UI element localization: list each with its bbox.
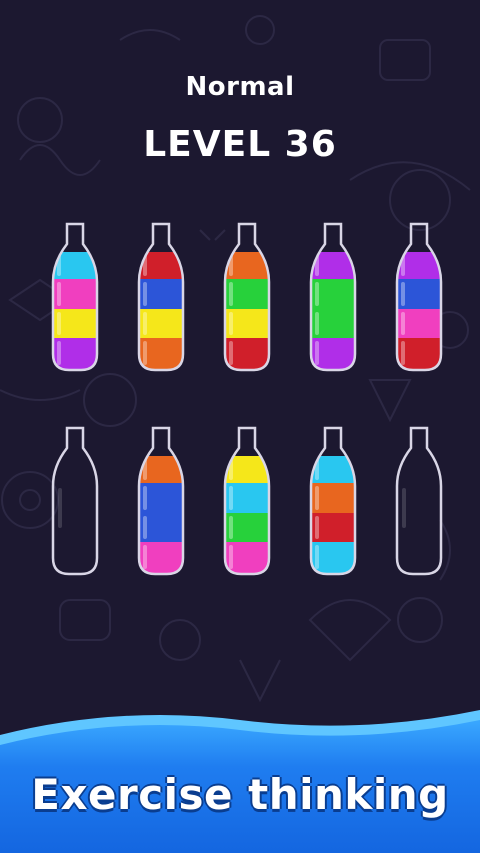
slogan-text: Exercise thinking [31, 770, 449, 819]
level-title: LEVEL 36 [143, 124, 337, 165]
liquid-layer-yellow [139, 309, 183, 339]
bottle-1[interactable] [49, 222, 101, 374]
bottle-7[interactable] [135, 426, 187, 578]
liquid-layer-red [139, 252, 183, 280]
liquid-shine [315, 282, 319, 306]
glass-shine [402, 488, 406, 528]
liquid-layer-green [225, 279, 269, 310]
liquid-shine [143, 341, 147, 365]
bottle-6[interactable] [49, 426, 101, 578]
liquid-shine [57, 282, 61, 306]
liquid-shine [143, 545, 147, 569]
liquid-shine [315, 341, 319, 365]
liquid-layer-green [311, 309, 355, 339]
liquid-shine [315, 516, 319, 539]
liquid-shine [401, 312, 405, 335]
liquid-layer-pink [53, 279, 97, 310]
liquid-layer-orange [139, 456, 183, 484]
liquid-layer-blue [139, 483, 183, 514]
bottle-2[interactable] [135, 222, 187, 374]
bottle-4[interactable] [307, 222, 359, 374]
liquid-shine [315, 486, 319, 510]
liquid-shine [229, 282, 233, 306]
liquid-layer-pink [397, 309, 441, 339]
liquid-layer-green [225, 513, 269, 543]
liquid-shine [143, 516, 147, 539]
liquid-shine [143, 282, 147, 306]
liquid-shine [229, 516, 233, 539]
liquid-layer-cyan [225, 483, 269, 514]
bottle-8[interactable] [221, 426, 273, 578]
liquid-shine [315, 545, 319, 569]
liquid-shine [143, 486, 147, 510]
bottle-9[interactable] [307, 426, 359, 578]
liquid-shine [229, 341, 233, 365]
liquid-layer-orange [311, 483, 355, 514]
liquid-shine [401, 341, 405, 365]
liquid-layer-purple [311, 252, 355, 280]
liquid-shine [229, 545, 233, 569]
difficulty-label: Normal [185, 72, 295, 102]
liquid-shine [57, 312, 61, 335]
liquid-layer-cyan [53, 252, 97, 280]
bottle-10[interactable] [393, 426, 445, 578]
liquid-shine [229, 312, 233, 335]
liquid-layer-red [311, 513, 355, 543]
liquid-layer-orange [225, 252, 269, 280]
liquid-layer-yellow [225, 309, 269, 339]
liquid-shine [143, 312, 147, 335]
liquid-layer-green [311, 279, 355, 310]
liquid-layer-yellow [225, 456, 269, 484]
liquid-layer-cyan [311, 456, 355, 484]
liquid-layer-blue [139, 513, 183, 543]
bottle-5[interactable] [393, 222, 445, 374]
glass-shine [58, 488, 62, 528]
liquid-shine [315, 312, 319, 335]
liquid-layer-blue [397, 279, 441, 310]
liquid-layer-purple [397, 252, 441, 280]
liquid-shine [401, 282, 405, 306]
bottle-3[interactable] [221, 222, 273, 374]
liquid-layer-yellow [53, 309, 97, 339]
liquid-shine [57, 341, 61, 365]
liquid-layer-blue [139, 279, 183, 310]
liquid-shine [229, 486, 233, 510]
